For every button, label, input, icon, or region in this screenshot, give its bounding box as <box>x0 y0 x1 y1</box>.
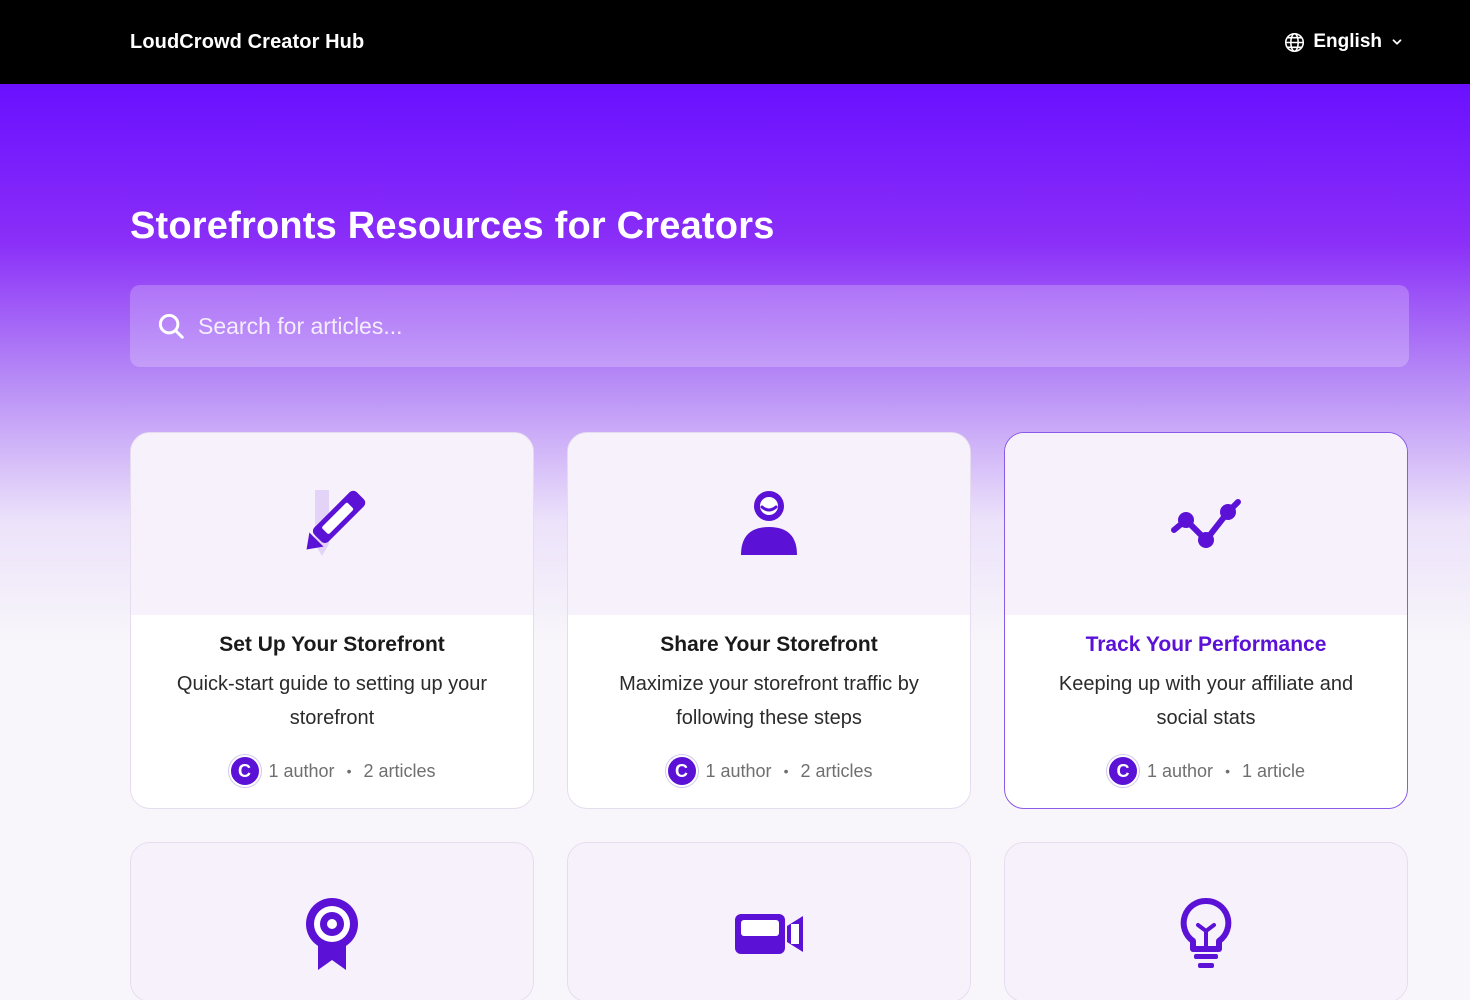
card-body: Set Up Your Storefront Quick-start guide… <box>131 615 533 787</box>
article-count: 1 article <box>1241 760 1305 781</box>
card-body: Share Your Storefront Maximize your stor… <box>568 615 970 787</box>
article-count: 2 articles <box>363 760 436 781</box>
card-title[interactable]: Track Your Performance <box>1005 633 1407 657</box>
card-icon-area <box>1005 433 1407 615</box>
card-icon-area <box>131 843 533 1000</box>
brand-link[interactable]: LoudCrowd Creator Hub <box>130 31 364 54</box>
chevron-down-icon <box>1392 39 1402 45</box>
card-description: Maximize your storefront traffic by foll… <box>619 673 919 729</box>
article-count: 2 articles <box>800 760 873 781</box>
collection-card[interactable]: Share Your Storefront Maximize your stor… <box>567 432 971 809</box>
card-description: Quick-start guide to setting up your sto… <box>176 673 488 729</box>
person-icon <box>741 491 797 555</box>
card-icon-area <box>568 433 970 615</box>
card-meta: C 1 author • 1 article <box>1005 755 1407 787</box>
pencil-icon <box>306 490 366 556</box>
video-camera-icon <box>735 914 803 954</box>
author-count: 1 author <box>268 760 335 781</box>
separator-dot: • <box>346 763 352 779</box>
separator-dot: • <box>783 763 789 779</box>
language-selector[interactable]: English <box>1284 31 1404 53</box>
collection-card[interactable] <box>130 842 534 1000</box>
separator-dot: • <box>1225 763 1230 779</box>
line-chart-icon <box>1171 499 1241 548</box>
collection-card[interactable]: Track Your Performance Keeping up with y… <box>1004 432 1408 809</box>
card-title[interactable]: Set Up Your Storefront <box>131 633 533 657</box>
card-icon-area <box>1005 843 1407 1000</box>
award-icon <box>306 898 358 970</box>
language-label: English <box>1313 31 1382 52</box>
page-title: Storefronts Resources for Creators <box>130 205 775 247</box>
card-title[interactable]: Share Your Storefront <box>568 633 970 657</box>
lightbulb-icon <box>1180 897 1232 968</box>
card-description: Keeping up with your affiliate and socia… <box>1058 673 1354 729</box>
author-count: 1 author <box>1147 760 1214 781</box>
card-body: Track Your Performance Keeping up with y… <box>1005 615 1407 787</box>
author-count: 1 author <box>705 760 772 781</box>
card-meta: C 1 author • 2 articles <box>568 755 970 787</box>
search-icon <box>158 313 184 339</box>
globe-icon <box>1285 32 1305 52</box>
collection-card[interactable] <box>1004 842 1408 1000</box>
search-bar[interactable] <box>130 285 1409 367</box>
card-icon-area <box>131 433 533 615</box>
search-input[interactable] <box>198 285 1409 367</box>
card-meta: C 1 author • 2 articles <box>131 755 533 787</box>
top-bar: LoudCrowd Creator Hub English <box>0 0 1470 84</box>
author-avatar: C <box>665 755 698 787</box>
author-avatar: C <box>1107 755 1139 787</box>
author-avatar: C <box>228 755 261 787</box>
collection-card[interactable] <box>567 842 971 1000</box>
card-icon-area <box>568 843 970 1000</box>
collection-card[interactable]: Set Up Your Storefront Quick-start guide… <box>130 432 534 809</box>
